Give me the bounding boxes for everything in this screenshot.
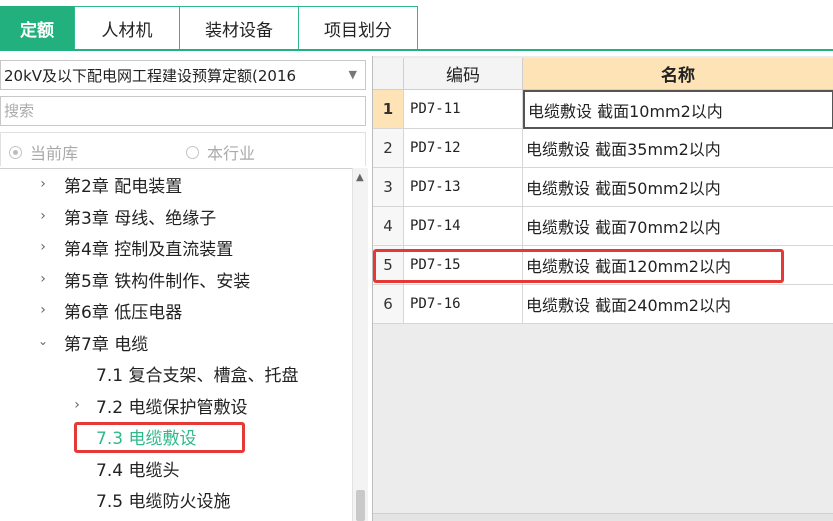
search-input[interactable] <box>0 96 366 126</box>
tree-item-ch2[interactable]: › 第2章 配电装置 <box>0 169 352 199</box>
table-row[interactable]: 4 PD7-14 电缆敷设 截面70mm2以内 <box>373 207 833 246</box>
tree-item-label: 第6章 低压电器 <box>64 302 183 323</box>
scope-radio-group: 当前库 本行业 <box>0 132 366 166</box>
tree-item-7-5[interactable]: 7.5 电缆防火设施 <box>0 484 352 514</box>
grid-header: 编码 名称 <box>373 58 833 90</box>
left-panel: 20kV及以下配电网工程建设预算定额(2016 ▼ 当前库 本行业 › 第2章 … <box>0 56 370 521</box>
tree-item-label: 7.5 电缆防火设施 <box>96 491 231 512</box>
tree-item-label: 第2章 配电装置 <box>64 176 183 197</box>
row-index: 6 <box>373 285 404 324</box>
row-name[interactable]: 电缆敷设 截面70mm2以内 <box>523 207 833 246</box>
header-code[interactable]: 编码 <box>404 58 523 90</box>
chevron-down-icon[interactable]: ⌄ <box>36 334 50 348</box>
table-row[interactable]: 1 PD7-11 电缆敷设 截面10mm2以内 <box>373 90 833 129</box>
table-row[interactable]: 6 PD7-16 电缆敷设 截面240mm2以内 <box>373 285 833 324</box>
chevron-right-icon[interactable]: › <box>36 176 50 192</box>
tab-quota[interactable]: 定额 <box>0 6 74 50</box>
row-index: 4 <box>373 207 404 246</box>
tree-item-label: 第3章 母线、绝缘子 <box>64 208 217 229</box>
tab-bar: 定额 人材机 装材设备 项目划分 <box>0 0 833 52</box>
row-name[interactable]: 电缆敷设 截面240mm2以内 <box>523 285 833 324</box>
library-select-value: 20kV及以下配电网工程建设预算定额(2016 <box>4 66 297 85</box>
row-index: 3 <box>373 168 404 207</box>
table-row[interactable]: 3 PD7-13 电缆敷设 截面50mm2以内 <box>373 168 833 207</box>
tree-item-label: 7.2 电缆保护管敷设 <box>96 397 248 418</box>
row-code[interactable]: PD7-16 <box>404 285 523 324</box>
tab-labor-material-machine[interactable]: 人材机 <box>74 6 180 50</box>
row-name[interactable]: 电缆敷设 截面35mm2以内 <box>523 129 833 168</box>
tree-item-label: 7.4 电缆头 <box>96 460 180 481</box>
chapter-tree: › 第2章 配电装置 › 第3章 母线、绝缘子 › 第4章 控制及直流装置 › … <box>0 168 352 521</box>
row-index: 1 <box>373 90 404 129</box>
tree-item-7-2[interactable]: › 7.2 电缆保护管敷设 <box>0 390 352 420</box>
table-row[interactable]: 2 PD7-12 电缆敷设 截面35mm2以内 <box>373 129 833 168</box>
scrollbar-thumb[interactable] <box>356 490 365 521</box>
tree-scrollbar[interactable]: ▲ <box>352 168 368 521</box>
tree-item-label: 第5章 铁构件制作、安装 <box>64 271 251 292</box>
chevron-right-icon[interactable]: › <box>36 239 50 255</box>
tree-item-ch4[interactable]: › 第4章 控制及直流装置 <box>0 232 352 262</box>
highlight-box-tree <box>74 422 245 453</box>
quota-grid-panel: 编码 名称 1 PD7-11 电缆敷设 截面10mm2以内 2 PD7-12 电… <box>372 56 833 521</box>
tree-item-label: 第4章 控制及直流装置 <box>64 239 234 260</box>
tree-item-ch3[interactable]: › 第3章 母线、绝缘子 <box>0 201 352 231</box>
header-index <box>373 58 404 90</box>
row-index: 2 <box>373 129 404 168</box>
tree-item-7-1[interactable]: 7.1 复合支架、槽盒、托盘 <box>0 358 352 388</box>
row-name[interactable]: 电缆敷设 截面10mm2以内 <box>523 90 833 129</box>
radio-current-lib[interactable]: 当前库 <box>9 140 78 164</box>
tree-item-7-4[interactable]: 7.4 电缆头 <box>0 453 352 483</box>
radio-dot-icon <box>186 145 199 159</box>
grid-horizontal-scrollbar[interactable] <box>373 513 833 521</box>
tab-underline <box>0 49 833 51</box>
tree-item-ch6[interactable]: › 第6章 低压电器 <box>0 295 352 325</box>
row-code[interactable]: PD7-12 <box>404 129 523 168</box>
radio-industry[interactable]: 本行业 <box>186 140 255 164</box>
radio-industry-label: 本行业 <box>207 144 256 163</box>
chevron-right-icon[interactable]: › <box>36 271 50 287</box>
chevron-right-icon[interactable]: › <box>36 302 50 318</box>
highlight-box-row <box>373 249 784 283</box>
chevron-right-icon[interactable]: › <box>70 397 84 413</box>
tab-project-division[interactable]: 项目划分 <box>298 6 418 50</box>
radio-current-lib-label: 当前库 <box>30 144 79 163</box>
radio-dot-icon <box>9 145 22 159</box>
tree-item-label: 第7章 电缆 <box>64 334 149 355</box>
row-code[interactable]: PD7-14 <box>404 207 523 246</box>
row-name[interactable]: 电缆敷设 截面50mm2以内 <box>523 168 833 207</box>
chevron-down-icon[interactable]: ▼ <box>349 68 357 81</box>
tree-item-ch5[interactable]: › 第5章 铁构件制作、安装 <box>0 264 352 294</box>
library-select[interactable]: 20kV及以下配电网工程建设预算定额(2016 ▼ <box>0 60 366 90</box>
chevron-right-icon[interactable]: › <box>36 208 50 224</box>
row-code[interactable]: PD7-13 <box>404 168 523 207</box>
tree-item-ch7[interactable]: ⌄ 第7章 电缆 <box>0 327 352 357</box>
tab-equipment[interactable]: 装材设备 <box>179 6 299 50</box>
scroll-up-icon[interactable]: ▲ <box>356 172 364 183</box>
tree-item-label: 7.1 复合支架、槽盒、托盘 <box>96 365 299 386</box>
header-name[interactable]: 名称 <box>523 58 833 90</box>
row-code[interactable]: PD7-11 <box>404 90 523 129</box>
